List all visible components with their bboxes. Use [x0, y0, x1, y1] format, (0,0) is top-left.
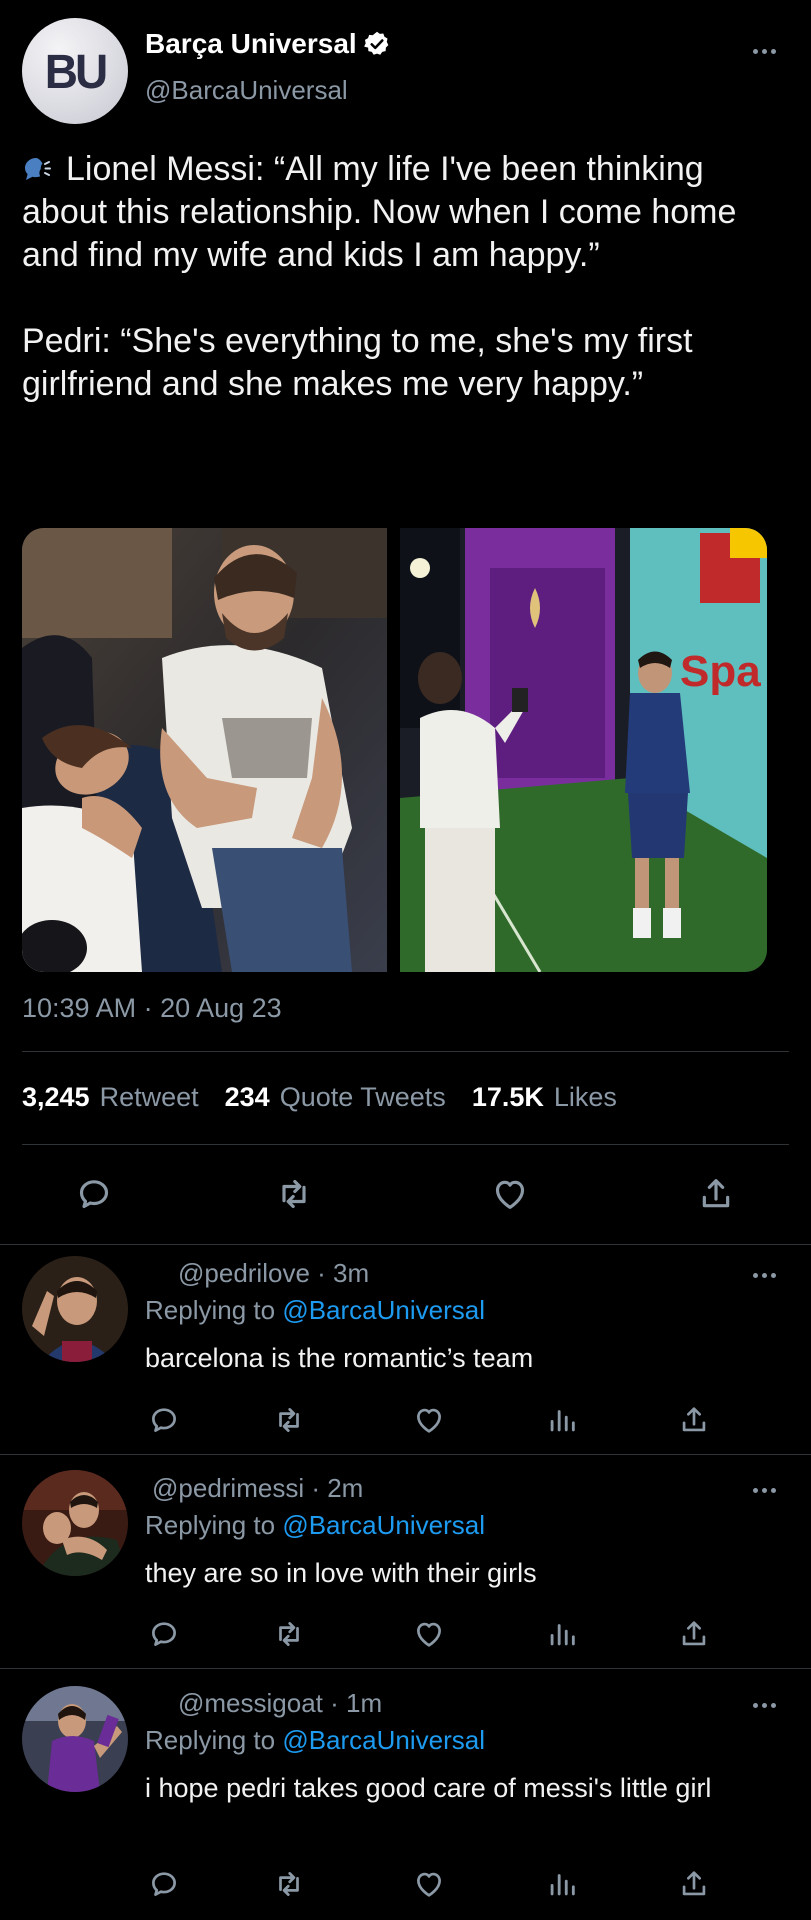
retweet-icon	[279, 1622, 299, 1646]
reply-avatar[interactable]	[22, 1686, 128, 1792]
divider	[22, 1144, 789, 1145]
retweet-button[interactable]	[267, 1862, 311, 1906]
replying-to-link[interactable]: @BarcaUniversal	[282, 1295, 485, 1325]
like-button[interactable]	[407, 1398, 451, 1442]
reply-avatar[interactable]	[22, 1470, 128, 1576]
retweets-stat[interactable]: 3,245 Retweet	[22, 1082, 199, 1113]
avatar-image	[22, 1686, 128, 1792]
avatar-logo-text: BU	[44, 43, 108, 99]
analytics-icon	[550, 1874, 575, 1896]
like-icon	[417, 1408, 441, 1433]
like-icon	[495, 1180, 525, 1209]
reply-handle-time[interactable]: @pedrimessi · 2m	[152, 1473, 363, 1504]
share-icon	[702, 1179, 730, 1208]
tweet-stats: 3,245 Retweet 234 Quote Tweets 17.5K Likes	[22, 1082, 617, 1113]
divider	[0, 1454, 811, 1455]
reply-handle-time[interactable]: @messigoat · 1m	[178, 1688, 382, 1719]
retweet-icon	[282, 1179, 306, 1209]
author-name-row[interactable]: Barça Universal	[145, 28, 391, 60]
reply-text: they are so in love with their girls	[145, 1558, 537, 1588]
divider	[0, 1668, 811, 1669]
retweet-icon	[279, 1408, 299, 1432]
reply-icon	[152, 1408, 176, 1432]
more-icon[interactable]	[750, 46, 778, 56]
likes-stat[interactable]: 17.5K Likes	[472, 1082, 617, 1113]
retweet-icon	[279, 1872, 299, 1896]
reply-text: barcelona is the romantic’s team	[145, 1343, 534, 1373]
spa-sign-text: Spa	[680, 647, 761, 696]
author-name[interactable]: Barça Universal	[145, 28, 357, 60]
like-button[interactable]	[407, 1612, 451, 1656]
like-icon	[417, 1872, 441, 1897]
author-handle[interactable]: @BarcaUniversal	[145, 75, 348, 106]
share-button[interactable]	[694, 1172, 738, 1216]
share-icon	[682, 1621, 706, 1646]
analytics-button[interactable]	[540, 1862, 584, 1906]
reply-icon	[79, 1180, 109, 1209]
author-avatar[interactable]: BU	[22, 18, 128, 124]
replying-to: Replying to @BarcaUniversal	[145, 1295, 485, 1325]
replying-to: Replying to @BarcaUniversal	[145, 1725, 485, 1755]
share-icon	[682, 1871, 706, 1896]
avatar-image	[22, 1470, 128, 1576]
reply-button[interactable]	[142, 1612, 186, 1656]
reply-handle-time[interactable]: @pedrilove · 3m	[178, 1258, 369, 1289]
more-icon[interactable]	[750, 1270, 778, 1280]
reply-icon	[152, 1622, 176, 1646]
reply-button[interactable]	[72, 1172, 116, 1216]
photo-pedri-girlfriend-image: Spa	[400, 528, 767, 972]
analytics-button[interactable]	[540, 1398, 584, 1442]
like-button[interactable]	[407, 1862, 451, 1906]
photo-messi-couple-image	[22, 528, 387, 972]
quotes-stat[interactable]: 234 Quote Tweets	[225, 1082, 446, 1113]
analytics-icon	[550, 1410, 575, 1432]
share-button[interactable]	[672, 1398, 716, 1442]
avatar-image	[22, 1256, 128, 1362]
share-button[interactable]	[672, 1612, 716, 1656]
retweet-button[interactable]	[267, 1398, 311, 1442]
analytics-button[interactable]	[540, 1612, 584, 1656]
retweet-button[interactable]	[267, 1612, 311, 1656]
tweet-text: Lionel Messi: “All my life I've been thi…	[22, 150, 737, 403]
divider	[0, 1244, 811, 1245]
tweet-timestamp[interactable]: 10:39 AM · 20 Aug 23	[22, 993, 282, 1024]
replying-to-link[interactable]: @BarcaUniversal	[282, 1510, 485, 1540]
photo-pedri-girlfriend[interactable]: Spa	[400, 528, 767, 972]
analytics-icon	[550, 1624, 575, 1646]
tweet-body: Lionel Messi: “All my life I've been thi…	[22, 148, 792, 406]
photo-messi-couple[interactable]	[22, 528, 387, 972]
reply-text: i hope pedri takes good care of messi's …	[145, 1773, 712, 1803]
reply-icon	[152, 1872, 176, 1896]
replying-to-link[interactable]: @BarcaUniversal	[282, 1725, 485, 1755]
like-button[interactable]	[488, 1172, 532, 1216]
more-icon[interactable]	[750, 1700, 778, 1710]
like-icon	[417, 1622, 441, 1647]
reply-button[interactable]	[142, 1398, 186, 1442]
reply-button[interactable]	[142, 1862, 186, 1906]
replying-to: Replying to @BarcaUniversal	[145, 1510, 485, 1540]
speaker-icon	[25, 158, 51, 180]
share-icon	[682, 1407, 706, 1432]
more-icon[interactable]	[750, 1485, 778, 1495]
share-button[interactable]	[672, 1862, 716, 1906]
reply-avatar[interactable]	[22, 1256, 128, 1362]
verified-badge-icon	[363, 31, 389, 55]
retweet-button[interactable]	[272, 1172, 316, 1216]
divider	[22, 1051, 789, 1052]
